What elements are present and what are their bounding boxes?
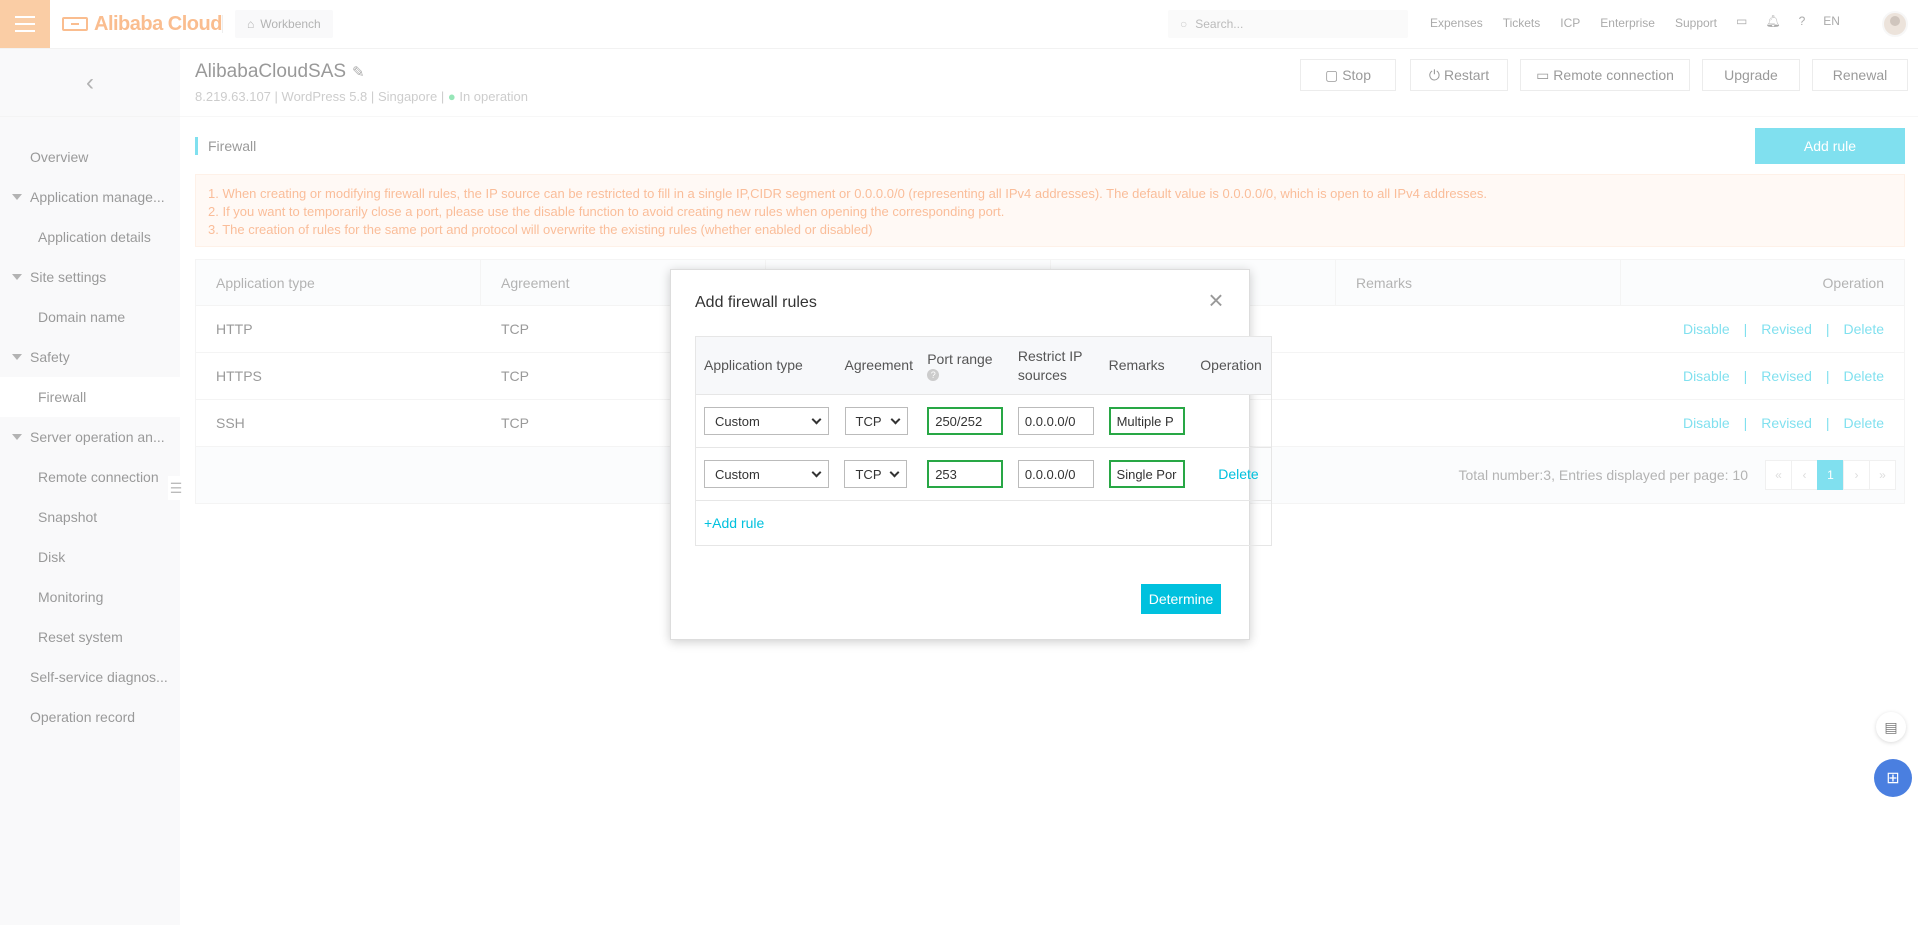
remarks-input[interactable]: Multiple P xyxy=(1108,407,1185,435)
restrict-ip-label-1: Restrict IP xyxy=(1017,347,1083,364)
port-range-label: Port range xyxy=(927,351,993,367)
port-range-input[interactable]: 250/252 xyxy=(927,407,1004,435)
ip-source-input[interactable]: 0.0.0.0/0 xyxy=(1017,460,1094,488)
delete-rule-link[interactable]: Delete xyxy=(1218,466,1258,482)
agreement-select[interactable]: TCP xyxy=(844,460,908,488)
add-firewall-rules-dialog: Add firewall rules × Application type Ag… xyxy=(670,269,1272,640)
col-agreement: Agreement xyxy=(844,357,913,373)
select-value: Custom xyxy=(715,466,760,482)
rules-table: Application type Agreement Port range ? … xyxy=(695,336,1272,546)
col-restrict-ip: Restrict IP sources xyxy=(1010,337,1101,394)
chat-icon[interactable]: ▤ xyxy=(1876,712,1906,742)
chevron-down-icon xyxy=(811,414,822,424)
close-icon[interactable]: × xyxy=(1203,287,1229,314)
apps-icon[interactable]: ⊞ xyxy=(1874,759,1912,797)
ip-source-input[interactable]: 0.0.0.0/0 xyxy=(1017,407,1094,435)
col-remarks: Remarks xyxy=(1108,357,1165,373)
select-value: TCP xyxy=(855,413,882,429)
port-range-input[interactable]: 253 xyxy=(927,460,1004,488)
application-type-select[interactable]: Custom xyxy=(704,407,829,435)
determine-button[interactable]: Determine xyxy=(1141,584,1221,614)
add-rule-link[interactable]: +Add rule xyxy=(696,501,1271,545)
rules-table-header: Application type Agreement Port range ? … xyxy=(696,337,1271,395)
col-application-type: Application type xyxy=(704,357,803,373)
col-port-range: Port range ? xyxy=(919,337,1010,394)
chevron-down-icon xyxy=(890,414,900,424)
chevron-down-icon xyxy=(811,467,822,477)
agreement-select[interactable]: TCP xyxy=(844,407,908,435)
rule-row: Custom TCP 250/252 0.0.0.0/0 Multiple P xyxy=(696,395,1271,448)
select-value: TCP xyxy=(855,466,882,482)
restrict-ip-label-2: sources xyxy=(1017,366,1067,383)
chevron-down-icon xyxy=(890,467,900,477)
remarks-input[interactable]: Single Por xyxy=(1108,460,1185,488)
select-value: Custom xyxy=(715,413,760,429)
col-operation: Operation xyxy=(1200,357,1262,373)
dialog-title: Add firewall rules xyxy=(695,294,817,311)
rule-row: Custom TCP 253 0.0.0.0/0 Single Por Dele… xyxy=(696,448,1271,501)
application-type-select[interactable]: Custom xyxy=(704,460,829,488)
info-icon[interactable]: ? xyxy=(927,369,940,381)
